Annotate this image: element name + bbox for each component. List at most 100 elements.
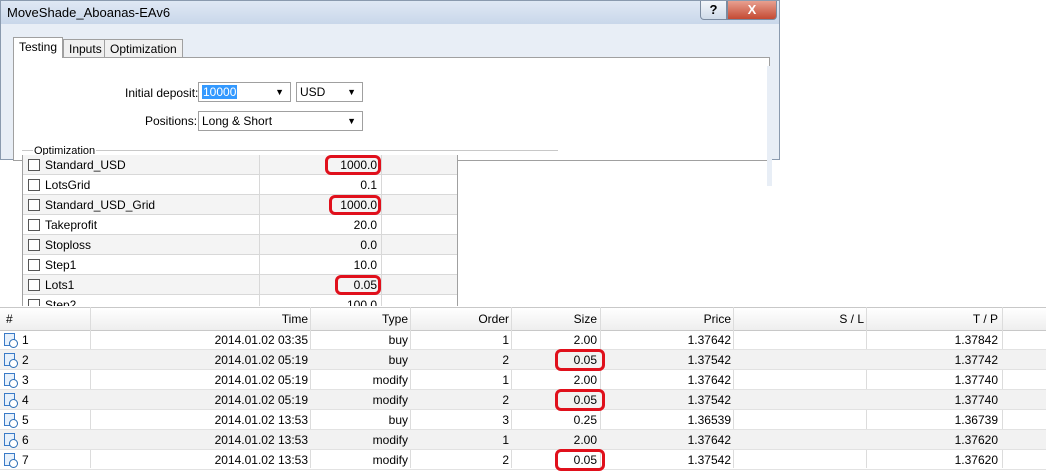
- positions-select[interactable]: Long & Short ▼: [198, 111, 363, 131]
- cell-time: 2014.01.02 13:53: [214, 453, 308, 467]
- chevron-down-icon[interactable]: ▼: [275, 83, 284, 101]
- highlight-mark: [335, 275, 381, 295]
- results-table: # Time Type Order Size Price S / L T / P…: [0, 307, 1046, 471]
- col-header-type[interactable]: Type: [312, 312, 408, 326]
- param-checkbox[interactable]: [28, 179, 40, 191]
- cell-type: modify: [372, 433, 408, 447]
- param-row[interactable]: Lots1 0.05: [23, 275, 457, 295]
- param-name: Stoploss: [45, 238, 92, 252]
- initial-deposit-combo[interactable]: 10000 ▼: [198, 82, 291, 102]
- cell-order: 2: [502, 353, 509, 367]
- cell-tp: 1.37620: [954, 433, 998, 447]
- param-value[interactable]: 0.0: [259, 238, 377, 252]
- param-value[interactable]: 20.0: [259, 218, 377, 232]
- param-checkbox[interactable]: [28, 259, 40, 271]
- table-row[interactable]: 4 2014.01.02 05:19 modify 2 0.05 1.37542 1.377…: [0, 389, 1046, 411]
- param-value[interactable]: 0.1: [259, 178, 377, 192]
- currency-value: USD: [300, 85, 326, 99]
- cell-size: 2.00: [573, 333, 597, 347]
- close-button[interactable]: X: [727, 1, 777, 20]
- col-header-order[interactable]: Order: [412, 312, 509, 326]
- param-checkbox[interactable]: [28, 279, 40, 291]
- cell-tp: 1.37740: [954, 373, 998, 387]
- param-name: LotsGrid: [45, 178, 91, 192]
- cell-time: 2014.01.02 05:19: [214, 373, 308, 387]
- cell-time: 2014.01.02 13:53: [214, 413, 308, 427]
- cell-price: 1.37642: [687, 433, 731, 447]
- highlight-mark: [555, 389, 605, 411]
- order-document-icon: [4, 433, 18, 448]
- panel-edge: [767, 66, 772, 186]
- positions-label: Positions:: [145, 114, 198, 128]
- col-header-price[interactable]: Price: [602, 312, 731, 326]
- col-header-sl[interactable]: S / L: [735, 312, 864, 326]
- cell-price: 1.37542: [687, 353, 731, 367]
- cell-tp: 1.37740: [954, 393, 998, 407]
- param-value[interactable]: 100.0: [259, 298, 377, 306]
- help-button[interactable]: ?: [700, 1, 727, 20]
- cell-time: 2014.01.02 03:35: [214, 333, 308, 347]
- param-row[interactable]: Step2 100.0: [23, 295, 457, 306]
- table-row[interactable]: 2 2014.01.02 05:19 buy 2 0.05 1.37542 1.37742: [0, 349, 1046, 371]
- param-name: Standard_USD_Grid: [45, 198, 156, 212]
- table-row[interactable]: 3 2014.01.02 05:19 modify 1 2.00 1.37642 1.377…: [0, 370, 1046, 390]
- param-value[interactable]: 10.0: [259, 258, 377, 272]
- cell-type: buy: [388, 413, 408, 427]
- cell-num: 2: [22, 353, 29, 367]
- param-name: Step2: [45, 298, 77, 306]
- tab-optimization[interactable]: Optimization: [104, 39, 183, 57]
- cell-price: 1.37542: [687, 393, 731, 407]
- cell-num: 6: [22, 433, 29, 447]
- cell-price: 1.37642: [687, 333, 731, 347]
- cell-num: 7: [22, 453, 29, 467]
- param-checkbox[interactable]: [28, 219, 40, 231]
- col-header-time[interactable]: Time: [92, 312, 308, 326]
- param-row[interactable]: Standard_USD_Grid 1000.0: [23, 195, 457, 215]
- cell-size: 0.25: [573, 413, 597, 427]
- col-header-tp[interactable]: T / P: [868, 312, 998, 326]
- cell-size: 2.00: [573, 433, 597, 447]
- param-row[interactable]: LotsGrid 0.1: [23, 175, 457, 195]
- cell-tp: 1.37842: [954, 333, 998, 347]
- chevron-down-icon[interactable]: ▼: [347, 83, 356, 101]
- currency-select[interactable]: USD ▼: [296, 82, 363, 102]
- cell-order: 3: [502, 413, 509, 427]
- table-row[interactable]: 6 2014.01.02 13:53 modify 1 2.00 1.37642 1.376…: [0, 430, 1046, 450]
- param-checkbox[interactable]: [28, 239, 40, 251]
- param-row[interactable]: Step1 10.0: [23, 255, 457, 275]
- tab-inputs[interactable]: Inputs: [63, 39, 108, 57]
- title-bar[interactable]: MoveShade_Aboanas-EAv6 ? X: [1, 1, 779, 24]
- cell-price: 1.37642: [687, 373, 731, 387]
- table-row[interactable]: 7 2014.01.02 13:53 modify 2 0.05 1.37542 1.376…: [0, 449, 1046, 471]
- cell-tp: 1.36739: [954, 413, 998, 427]
- param-name: Standard_USD: [45, 158, 126, 172]
- cell-time: 2014.01.02 05:19: [214, 393, 308, 407]
- chevron-down-icon[interactable]: ▼: [347, 112, 356, 130]
- initial-deposit-value[interactable]: 10000: [202, 85, 238, 99]
- highlight-mark: [329, 195, 381, 215]
- col-header-size[interactable]: Size: [513, 312, 597, 326]
- testing-panel: Initial deposit: 10000 ▼ USD ▼ Positions…: [13, 57, 772, 186]
- param-checkbox[interactable]: [28, 199, 40, 211]
- param-row[interactable]: Takeprofit 20.0: [23, 215, 457, 235]
- param-row[interactable]: Stoploss 0.0: [23, 235, 457, 255]
- order-document-icon: [4, 413, 18, 428]
- cell-order: 2: [502, 453, 509, 467]
- cell-order: 1: [502, 333, 509, 347]
- param-checkbox[interactable]: [28, 299, 40, 306]
- tab-testing[interactable]: Testing: [13, 37, 64, 58]
- param-name: Takeprofit: [45, 218, 98, 232]
- table-row[interactable]: 5 2014.01.02 13:53 buy 3 0.25 1.36539 1.36739: [0, 410, 1046, 430]
- cell-type: buy: [388, 353, 408, 367]
- cell-num: 1: [22, 333, 29, 347]
- table-row[interactable]: 1 2014.01.02 03:35 buy 1 2.00 1.37642 1.37842: [0, 330, 1046, 350]
- highlight-mark: [555, 349, 605, 371]
- cell-time: 2014.01.02 05:19: [214, 353, 308, 367]
- cell-time: 2014.01.02 13:53: [214, 433, 308, 447]
- param-checkbox[interactable]: [28, 159, 40, 171]
- param-row[interactable]: Standard_USD 1000.0: [23, 155, 457, 175]
- cell-type: buy: [388, 333, 408, 347]
- cell-price: 1.36539: [687, 413, 731, 427]
- cell-type: modify: [372, 393, 408, 407]
- col-header-num[interactable]: #: [6, 312, 13, 326]
